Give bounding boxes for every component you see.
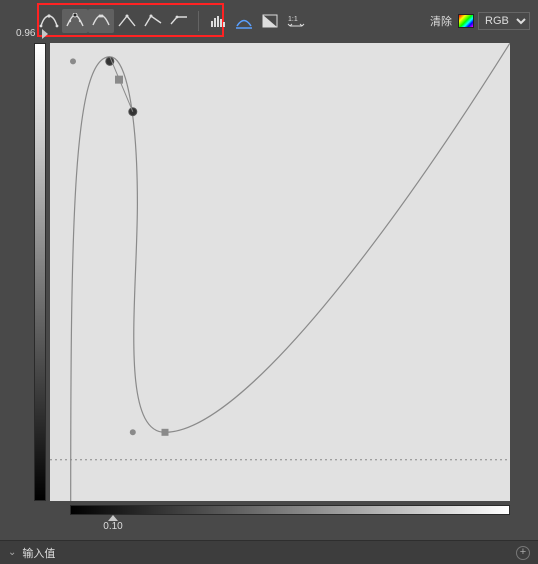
input-gradient xyxy=(70,505,510,515)
histogram-icon[interactable] xyxy=(205,9,231,33)
add-button[interactable]: + xyxy=(516,546,530,560)
output-gradient xyxy=(34,43,46,501)
curves-toolbar: 1:1 清除 RGB xyxy=(0,8,538,34)
x-axis-value: 0.10 xyxy=(103,521,122,532)
toolbar-divider xyxy=(198,11,199,31)
curve-editor[interactable] xyxy=(50,43,510,501)
channel-select[interactable]: RGB xyxy=(478,12,530,30)
clear-button[interactable]: 清除 xyxy=(430,13,452,29)
chevron-down-icon: ⌄ xyxy=(8,547,16,558)
curve-point-icon[interactable] xyxy=(62,9,88,33)
input-value-label: 输入值 xyxy=(22,545,55,561)
curve-cut-icon[interactable] xyxy=(88,9,114,33)
curve-linear2-icon[interactable] xyxy=(140,9,166,33)
rgb-swatch-icon xyxy=(458,14,474,28)
curve-smooth-icon[interactable] xyxy=(36,9,62,33)
invert-icon[interactable] xyxy=(257,9,283,33)
svg-text:1:1: 1:1 xyxy=(288,16,298,23)
input-value-panel[interactable]: ⌄ 输入值 + xyxy=(0,540,538,564)
gradient-tool-icon[interactable] xyxy=(231,9,257,33)
y-axis-value: 0.96 xyxy=(16,28,35,39)
y-axis-marker-icon xyxy=(42,29,48,39)
reset-icon[interactable]: 1:1 xyxy=(283,9,309,33)
curve-linear1-icon[interactable] xyxy=(114,9,140,33)
curve-flat-icon[interactable] xyxy=(166,9,192,33)
